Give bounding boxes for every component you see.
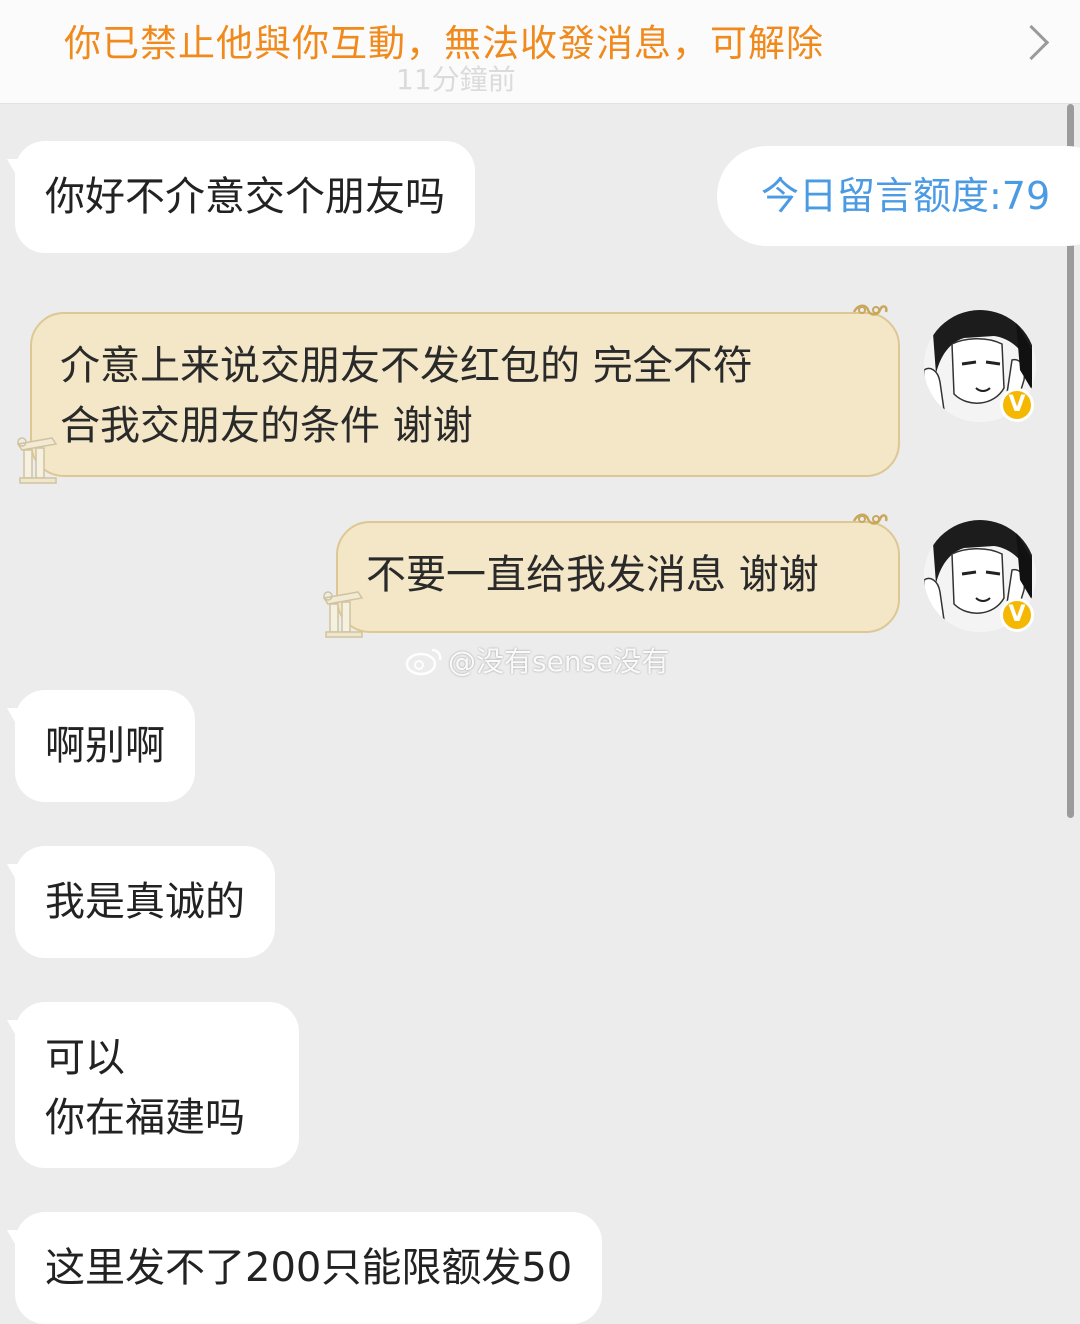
- message-text: 啊别啊: [45, 723, 165, 769]
- message-text-line: 你在福建吗: [45, 1095, 245, 1141]
- message-text-line: 介意上来说交朋友不发红包的 完全不符: [60, 343, 753, 389]
- quota-label: 今日留言额度:79: [761, 174, 1051, 218]
- outgoing-message-bubble[interactable]: 不要一直给我发消息 谢谢: [336, 513, 900, 633]
- message-text-line: 不要一直给我发消息 谢谢: [366, 552, 819, 598]
- column-decoration-icon: [16, 437, 58, 484]
- weibo-logo-icon: [405, 648, 442, 676]
- message-text: 你好不介意交个朋友吗: [45, 174, 445, 220]
- verified-badge-icon: V: [1000, 388, 1034, 422]
- message-text: 这里发不了200只能限额发50: [45, 1245, 573, 1291]
- weibo-watermark: @没有sense没有: [404, 642, 669, 678]
- message-text: 我是真诚的: [45, 879, 245, 925]
- bubble-ornament-icon: [852, 513, 888, 525]
- incoming-message-bubble[interactable]: 这里发不了200只能限额发50: [15, 1212, 603, 1324]
- watermark-text: @没有sense没有: [448, 645, 670, 678]
- message-quota-badge: 今日留言额度:79: [717, 146, 1080, 246]
- chevron-right-icon[interactable]: [1013, 24, 1050, 61]
- incoming-message-bubble[interactable]: 你好不介意交个朋友吗: [15, 141, 475, 253]
- message-text-line: 可以: [45, 1035, 125, 1081]
- message-text-line: 合我交朋友的条件 谢谢: [60, 403, 473, 449]
- incoming-message-bubble[interactable]: 可以 你在福建吗: [15, 1002, 299, 1168]
- column-decoration-icon: [322, 591, 364, 638]
- blocked-notice-banner[interactable]: 你已禁止他與你互動，無法收發消息，可解除 11分鐘前: [0, 0, 1080, 104]
- verified-badge-icon: V: [1000, 598, 1034, 632]
- incoming-message-bubble[interactable]: 我是真诚的: [15, 846, 275, 958]
- bubble-ornament-icon: [852, 304, 888, 316]
- outgoing-message-bubble[interactable]: 介意上来说交朋友不发红包的 完全不符 合我交朋友的条件 谢谢: [30, 304, 900, 477]
- incoming-message-bubble[interactable]: 啊别啊: [15, 690, 195, 802]
- timestamp-faded: 11分鐘前: [396, 63, 516, 96]
